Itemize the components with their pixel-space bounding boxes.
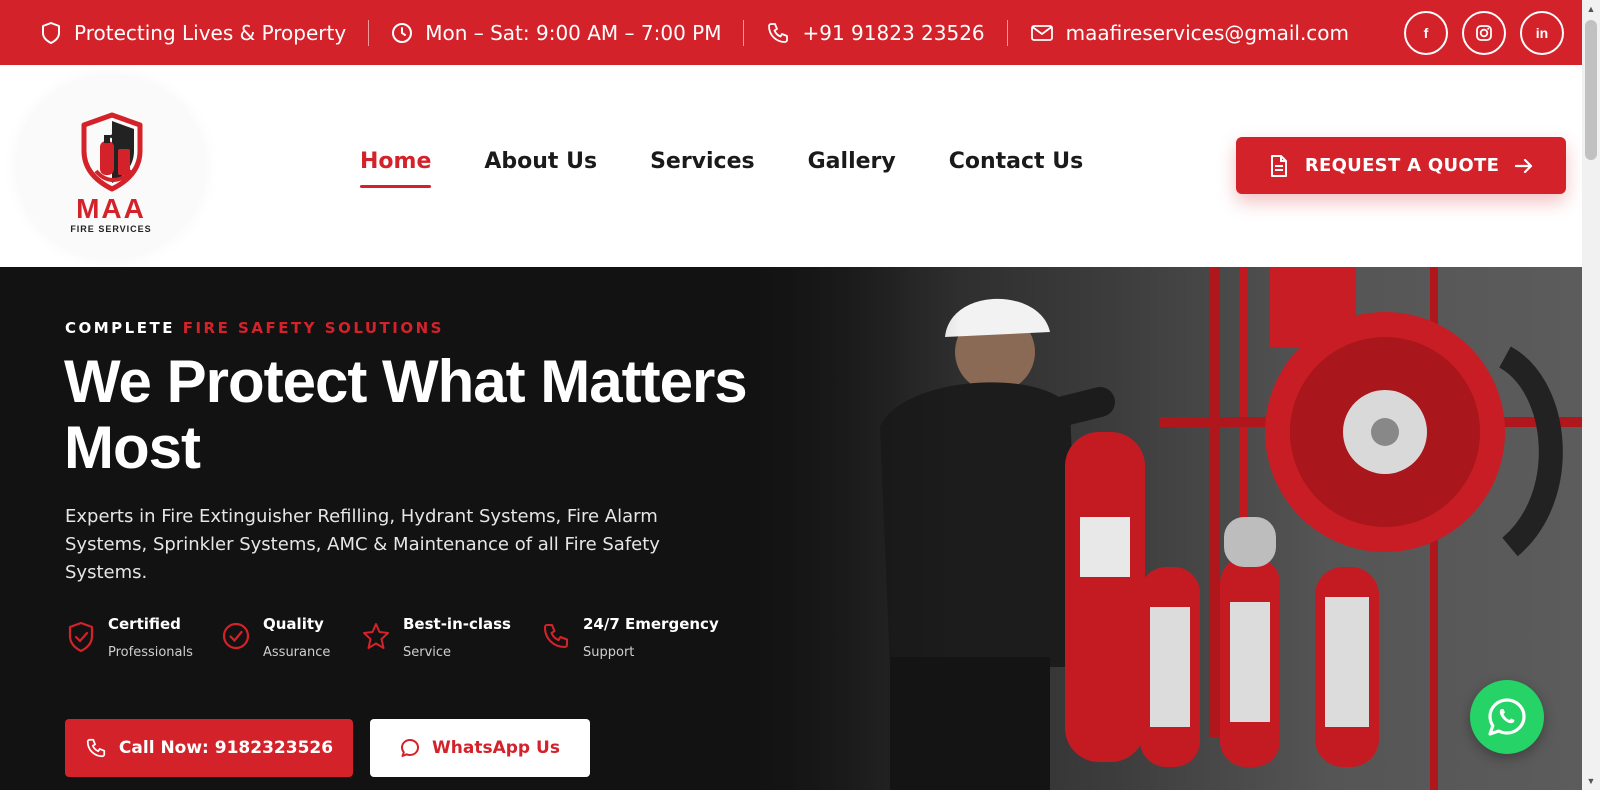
feature-title: Best-in-class [403,615,511,633]
feature-subtitle: Support [583,645,635,660]
request-quote-label: REQUEST A QUOTE [1304,155,1500,176]
feature-subtitle: Service [403,645,452,660]
email-item[interactable]: maafireservices@gmail.com [1030,21,1349,45]
top-contact-bar: Protecting Lives & Property Mon – Sat: 9… [0,0,1582,65]
scroll-up-arrow-icon[interactable]: ▲ [1582,0,1600,18]
arrow-right-icon [1515,158,1533,173]
nav-home[interactable]: Home [360,149,432,188]
nav-gallery[interactable]: Gallery [808,149,896,174]
chat-bubble-icon [401,739,420,757]
feature-title: Quality [263,615,324,633]
divider [743,19,745,46]
hero-section: COMPLETE FIRE SAFETY SOLUTIONS We Protec… [0,267,1582,790]
mail-icon [1030,24,1053,41]
feature-emergency: 24/7 Emergency Support [541,615,719,660]
feature-subtitle: Professionals [108,645,193,660]
phone-icon [543,623,569,649]
feature-certified: Certified Professionals [66,615,221,660]
whatsapp-icon [1488,698,1526,736]
shield-check-icon [68,621,94,653]
feature-quality: Quality Assurance [221,615,361,660]
email-link[interactable]: maafireservices@gmail.com [1066,21,1349,45]
hero-title: We Protect What Matters Most [64,348,748,481]
tagline-text: Protecting Lives & Property [74,20,347,45]
hours-item: Mon – Sat: 9:00 AM – 7:00 PM [391,21,721,45]
logo-name: MAA [76,193,146,224]
phone-link[interactable]: +91 91823 23526 [802,21,984,45]
phone-icon [86,738,106,758]
logo-emblem-icon [81,112,143,192]
eyebrow-prefix: COMPLETE [65,319,175,337]
phone-item[interactable]: +91 91823 23526 [766,21,985,45]
call-now-button[interactable]: Call Now: 9182323526 [65,719,353,777]
site-header: MAA FIRE SERVICES Home About Us Services… [0,65,1582,267]
feature-best-in-class: Best-in-class Service [361,615,541,660]
scrollbar-thumb[interactable] [1585,20,1597,160]
check-circle-icon [222,622,250,650]
feature-subtitle: Assurance [263,645,331,660]
feature-title: 24/7 Emergency [583,615,719,633]
scroll-down-arrow-icon[interactable]: ▼ [1582,772,1600,790]
vertical-scrollbar[interactable]: ▲ ▼ [1582,0,1600,790]
nav-services[interactable]: Services [650,149,755,174]
instagram-icon[interactable] [1462,11,1506,55]
whatsapp-us-label: WhatsApp Us [432,738,560,758]
whatsapp-float-button[interactable] [1470,680,1544,754]
nav-contact-us[interactable]: Contact Us [949,149,1083,174]
linkedin-icon[interactable]: in [1520,11,1564,55]
tagline-item: Protecting Lives & Property [40,21,346,45]
hero-description: Experts in Fire Extinguisher Refilling, … [65,506,660,583]
company-logo[interactable]: MAA FIRE SERVICES [18,77,204,257]
feature-list: Certified Professionals Quality Assuranc… [66,615,719,660]
divider [368,19,370,46]
shield-icon [42,21,60,44]
star-icon [363,623,389,649]
document-icon [1270,154,1287,177]
social-links: f in [1404,11,1564,55]
logo-subtitle: FIRE SERVICES [70,224,152,234]
main-nav: Home About Us Services Gallery Contact U… [360,149,1083,188]
whatsapp-us-button[interactable]: WhatsApp Us [370,719,590,777]
request-quote-button[interactable]: REQUEST A QUOTE [1236,137,1566,194]
eyebrow-highlight: FIRE SAFETY SOLUTIONS [182,319,444,337]
nav-about-us[interactable]: About Us [484,149,597,174]
hero-eyebrow: COMPLETE FIRE SAFETY SOLUTIONS [65,319,444,337]
feature-title: Certified [108,615,181,633]
clock-icon [392,22,413,43]
hero-gradient-overlay [700,267,960,790]
facebook-icon[interactable]: f [1404,11,1448,55]
phone-icon [768,22,789,43]
call-now-label: Call Now: 9182323526 [118,738,334,758]
hours-text: Mon – Sat: 9:00 AM – 7:00 PM [425,20,722,45]
divider [1006,19,1008,46]
page: Protecting Lives & Property Mon – Sat: 9… [0,0,1600,790]
